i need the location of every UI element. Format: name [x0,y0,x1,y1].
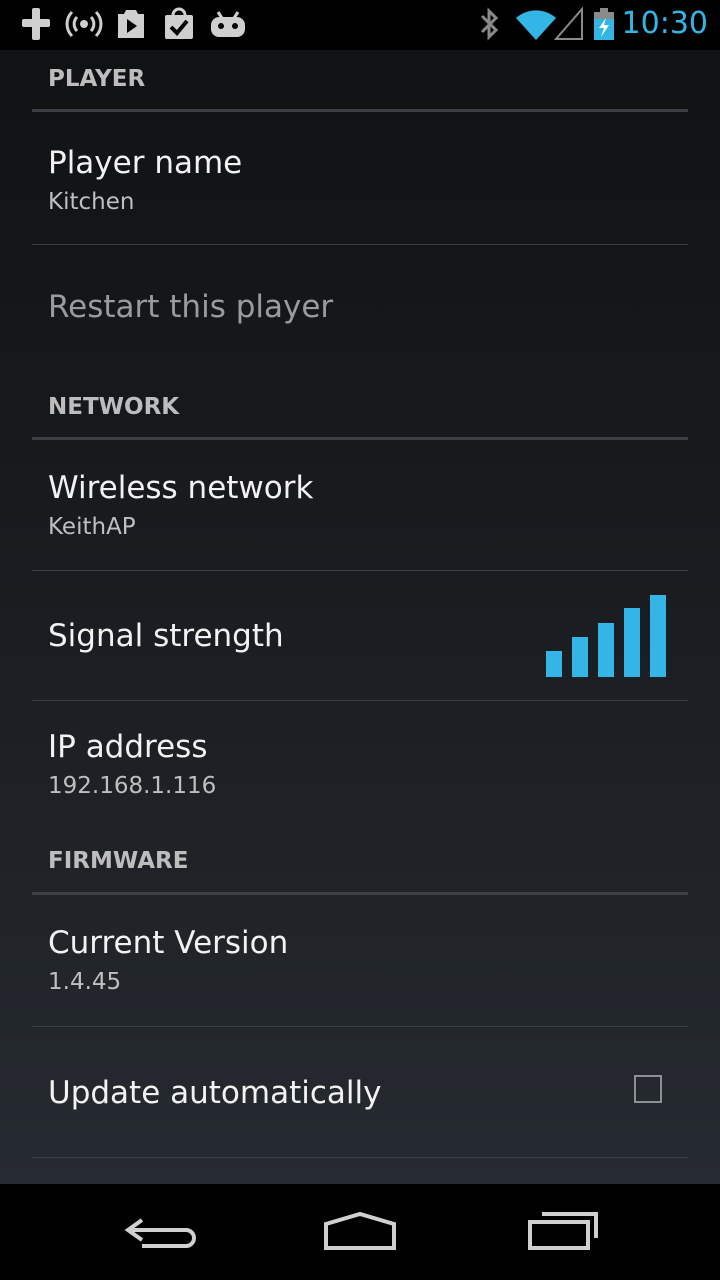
restart-player-title: Restart this player [48,289,334,325]
bluetooth-icon [480,7,499,41]
current-version-summary: 1.4.45 [48,969,122,995]
status-bar: 10:30 [0,0,720,50]
play-store-icon [118,10,144,38]
player-name-item[interactable]: Player name Kitchen [32,132,688,245]
android-icon [211,11,245,37]
signal-bar-3 [598,623,614,677]
bag-icon [165,7,193,39]
screen: 10:30 PLAYER Player name Kitchen Restart… [0,0,720,1280]
recent-apps-icon[interactable] [516,1202,612,1262]
settings-list[interactable]: PLAYER Player name Kitchen Restart this … [0,50,720,1184]
cell-signal-icon [554,6,583,40]
wireless-network-item[interactable]: Wireless network KeithAP [32,440,688,571]
update-automatically-title: Update automatically [48,1075,382,1111]
player-name-title: Player name [48,145,243,181]
section-header-network: NETWORK [32,394,688,440]
player-name-summary: Kitchen [48,189,135,215]
wifi-icon [516,10,556,40]
current-version-title: Current Version [48,925,289,961]
home-icon[interactable] [312,1202,408,1262]
restart-player-item[interactable]: Restart this player [32,245,688,375]
signal-bar-2 [572,637,588,677]
ip-address-title: IP address [48,729,208,765]
broadcast-icon [65,10,103,38]
current-version-item[interactable]: Current Version 1.4.45 [32,895,688,1027]
ip-address-summary: 192.168.1.116 [48,773,217,799]
signal-bar-1 [546,651,562,677]
battery-icon [594,8,614,40]
wireless-network-summary: KeithAP [48,514,136,540]
signal-strength-bars [546,595,666,677]
navigation-bar [0,1184,720,1280]
clock: 10:30 [621,6,708,41]
section-header-player: PLAYER [32,66,688,112]
signal-bar-5 [650,595,666,677]
update-automatically-item[interactable]: Update automatically [32,1027,688,1158]
update-automatically-checkbox[interactable] [634,1075,662,1103]
back-icon[interactable] [112,1202,208,1262]
section-header-firmware: FIRMWARE [32,848,688,895]
signal-strength-item[interactable]: Signal strength [32,571,688,701]
signal-bar-4 [624,608,640,677]
wireless-network-title: Wireless network [48,470,314,506]
plus-icon [22,8,50,40]
ip-address-item[interactable]: IP address 192.168.1.116 [32,701,688,841]
